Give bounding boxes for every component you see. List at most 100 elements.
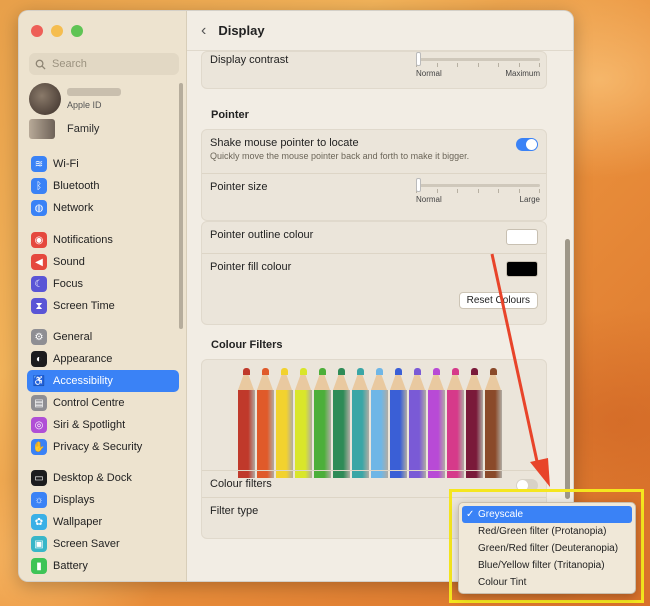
sidebar-item-siri-spotlight[interactable]: ◎ Siri & Spotlight — [27, 414, 179, 436]
colour-filters-label: Colour filters — [210, 478, 272, 490]
search-icon — [35, 59, 46, 70]
sidebar-item-label: Displays — [53, 494, 95, 506]
pencil — [485, 368, 502, 478]
pointer-size-slider[interactable]: Normal Large — [416, 178, 540, 204]
sidebar-item-control-centre[interactable]: ▤ Control Centre — [27, 392, 179, 414]
sidebar-item-label: Battery — [53, 560, 88, 572]
pencil — [333, 368, 350, 478]
sun-icon: ☼ — [31, 492, 47, 508]
screensaver-icon: ▣ — [31, 536, 47, 552]
sidebar-item-label: Notifications — [53, 234, 113, 246]
dropdown-option-greyscale[interactable]: Greyscale — [462, 506, 632, 523]
filter-type-dropdown-menu[interactable]: GreyscaleRed/Green filter (Protanopia)Gr… — [458, 502, 636, 594]
sidebar-item-label: Screen Time — [53, 300, 115, 312]
hand-icon: ✋ — [31, 439, 47, 455]
back-chevron-icon[interactable]: ‹ — [201, 22, 206, 40]
sidebar-item-sound[interactable]: ◀ Sound — [27, 251, 179, 273]
sidebar-item-label: Wi-Fi — [53, 158, 79, 170]
reset-colours-button[interactable]: Reset Colours — [458, 292, 538, 309]
close-button[interactable] — [31, 25, 43, 37]
siri-icon: ◎ — [31, 417, 47, 433]
pointer-card: Shake mouse pointer to locate Quickly mo… — [201, 129, 547, 221]
sidebar: Apple ID Family ≋ Wi-Fi ᛒ Bluetooth ◍ Network… — [19, 11, 187, 581]
sidebar-item-privacy-security[interactable]: ✋ Privacy & Security — [27, 436, 179, 458]
family-avatar — [29, 119, 55, 139]
sidebar-item-label: Siri & Spotlight — [53, 419, 126, 431]
contrast-max-label: Maximum — [505, 69, 540, 78]
sidebar-item-screen-time[interactable]: ⧗ Screen Time — [27, 295, 179, 317]
display-contrast-label: Display contrast — [210, 54, 289, 66]
sidebar-item-desktop-dock[interactable]: ▭ Desktop & Dock — [27, 467, 179, 489]
sidebar-item-wallpaper[interactable]: ✿ Wallpaper — [27, 511, 179, 533]
bell-icon: ◉ — [31, 232, 47, 248]
sidebar-item-accessibility[interactable]: ♿ Accessibility — [27, 370, 179, 392]
sidebar-item-screen-saver[interactable]: ▣ Screen Saver — [27, 533, 179, 555]
sidebar-item-label: Wallpaper — [53, 516, 103, 528]
sidebar-item-label: Control Centre — [53, 397, 125, 409]
battery-icon: ▮ — [31, 558, 47, 574]
page-title: Display — [218, 23, 265, 38]
dropdown-option-colour-tint[interactable]: Colour Tint — [462, 574, 632, 591]
sidebar-item-notifications[interactable]: ◉ Notifications — [27, 229, 179, 251]
pencil — [257, 368, 274, 478]
sidebar-item-focus[interactable]: ☾ Focus — [27, 273, 179, 295]
pointer-size-label: Pointer size — [210, 181, 268, 193]
minimize-button[interactable] — [51, 25, 63, 37]
sidebar-item-general[interactable]: ⚙ General — [27, 326, 179, 348]
family-item[interactable]: Family — [29, 119, 99, 139]
speaker-icon: ◀ — [31, 254, 47, 270]
sidebar-item-label: General — [53, 331, 93, 343]
pencil — [238, 368, 255, 478]
size-max-label: Large — [519, 195, 540, 204]
pencil — [314, 368, 331, 478]
slider-knob[interactable] — [416, 178, 421, 192]
sidebar-item-wi-fi[interactable]: ≋ Wi-Fi — [27, 153, 179, 175]
outline-colour-well[interactable] — [506, 229, 538, 245]
dropdown-option-red-green-filter-protanopia[interactable]: Red/Green filter (Protanopia) — [462, 523, 632, 540]
dropdown-option-green-red-filter-deuteranopia[interactable]: Green/Red filter (Deuteranopia) — [462, 540, 632, 557]
control-centre-icon: ▤ — [31, 395, 47, 411]
pencil — [276, 368, 293, 478]
apple-id-label: Apple ID — [67, 100, 102, 110]
pencil — [352, 368, 369, 478]
sidebar-item-label: Bluetooth — [53, 180, 100, 192]
pencils-preview-image — [202, 360, 546, 478]
flower-icon: ✿ — [31, 514, 47, 530]
hourglass-icon: ⧗ — [31, 298, 47, 314]
zoom-button[interactable] — [71, 25, 83, 37]
accessibility-icon: ♿ — [31, 373, 47, 389]
sidebar-item-displays[interactable]: ☼ Displays — [27, 489, 179, 511]
display-contrast-card: Display contrast Normal Maximum — [201, 51, 547, 89]
sidebar-item-bluetooth[interactable]: ᛒ Bluetooth — [27, 175, 179, 197]
sidebar-item-appearance[interactable]: ◐ Appearance — [27, 348, 179, 370]
pencil — [390, 368, 407, 478]
pointer-colours-card: Pointer outline colour Pointer fill colo… — [201, 221, 547, 325]
pointer-section-header: Pointer — [211, 109, 249, 121]
colour-filters-section-header: Colour Filters — [211, 339, 283, 351]
pencil — [447, 368, 464, 478]
sidebar-item-label: Sound — [53, 256, 85, 268]
pencil — [371, 368, 388, 478]
sidebar-scrollbar[interactable] — [179, 83, 183, 329]
dropdown-option-blue-yellow-filter-tritanopia[interactable]: Blue/Yellow filter (Tritanopia) — [462, 557, 632, 574]
sidebar-item-battery[interactable]: ▮ Battery — [27, 555, 179, 577]
outline-colour-label: Pointer outline colour — [210, 229, 314, 241]
pencil — [409, 368, 426, 478]
contrast-slider[interactable]: Normal Maximum — [416, 52, 540, 78]
search-input[interactable] — [52, 58, 162, 70]
shake-pointer-toggle[interactable] — [516, 138, 538, 151]
slider-knob[interactable] — [416, 52, 421, 66]
search-field[interactable] — [29, 53, 179, 75]
apple-id-account[interactable]: Apple ID — [29, 83, 121, 115]
shake-pointer-label: Shake mouse pointer to locate — [210, 137, 359, 149]
window-controls — [31, 25, 83, 37]
sidebar-item-label: Screen Saver — [53, 538, 120, 550]
sidebar-item-network[interactable]: ◍ Network — [27, 197, 179, 219]
pencil — [428, 368, 445, 478]
shake-pointer-description: Quickly move the mouse pointer back and … — [210, 151, 470, 161]
family-label: Family — [67, 123, 100, 135]
fill-colour-well[interactable] — [506, 261, 538, 277]
title-bar: ‹ Display — [187, 11, 573, 51]
main-scrollbar[interactable] — [565, 239, 570, 499]
pencil — [295, 368, 312, 478]
